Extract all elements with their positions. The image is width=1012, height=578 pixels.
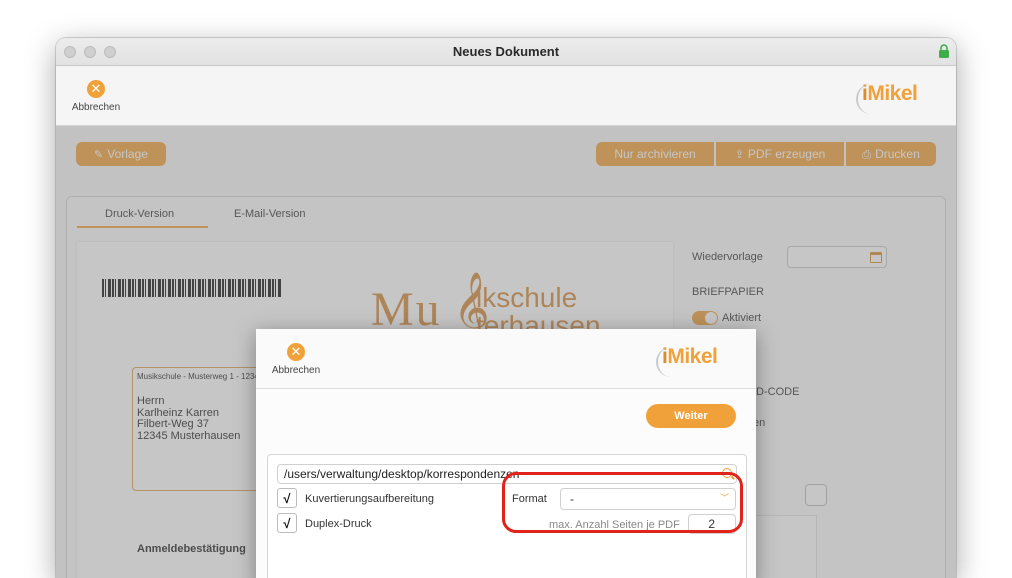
highlight-annotation <box>502 472 743 533</box>
dialog-header: ✕ Abbrechen iMikel <box>256 329 756 389</box>
export-dialog: ✕ Abbrechen iMikel Weiter /users/verwalt… <box>256 329 756 578</box>
imikel-logo: iMikel <box>856 82 918 114</box>
lock-icon <box>939 44 949 58</box>
cancel-label: Abbrechen <box>71 102 121 113</box>
weiter-button[interactable]: Weiter <box>646 404 736 428</box>
kuvertierung-checkbox[interactable]: √ <box>277 488 297 508</box>
kuvertierung-label: Kuvertierungsaufbereitung <box>305 493 435 505</box>
window-title: Neues Dokument <box>452 44 560 59</box>
dialog-cancel-button[interactable]: ✕ Abbrechen <box>270 343 322 376</box>
cancel-button[interactable]: ✕ Abbrechen <box>70 80 122 113</box>
close-circle-icon: ✕ <box>87 80 105 98</box>
dialog-cancel-label: Abbrechen <box>271 365 321 376</box>
close-circle-icon: ✕ <box>287 343 305 361</box>
duplex-checkbox[interactable]: √ <box>277 513 297 533</box>
title-bar: Neues Dokument <box>56 38 956 66</box>
toolbar: ✕ Abbrechen iMikel <box>56 66 956 126</box>
dialog-imikel-logo: iMikel <box>656 345 718 377</box>
app-window: Neues Dokument ✕ Abbrechen iMikel ✎ Vorla… <box>56 38 956 578</box>
duplex-label: Duplex-Druck <box>305 518 372 530</box>
